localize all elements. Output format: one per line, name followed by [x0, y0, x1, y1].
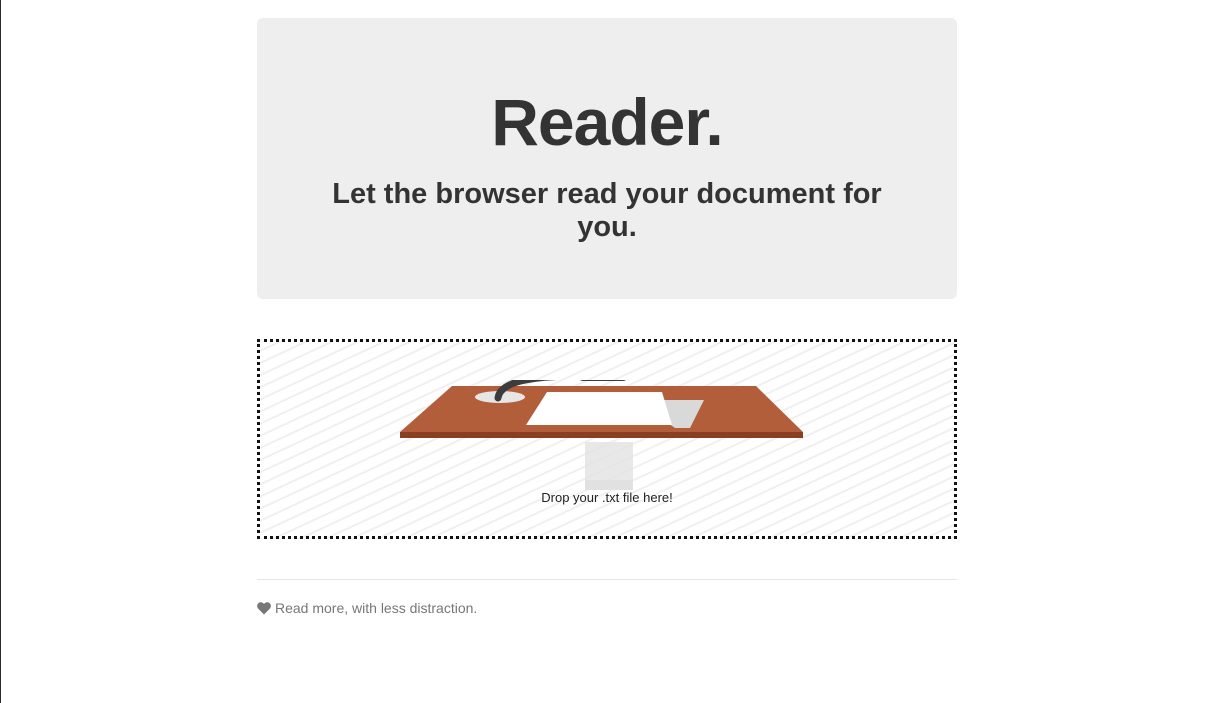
footer: Read more, with less distraction. — [257, 600, 957, 616]
heart-icon — [257, 601, 271, 614]
page-subtitle: Let the browser read your document for y… — [332, 178, 882, 243]
page-title: Reader. — [491, 85, 723, 159]
desk-stand-upper — [585, 442, 633, 490]
file-dropzone[interactable]: Drop your .txt file here! — [257, 339, 957, 539]
window-left-edge — [0, 0, 1, 703]
desk-with-paper-and-lamp-icon — [400, 380, 803, 490]
footer-divider — [257, 579, 957, 580]
dropzone-instruction: Drop your .txt file here! — [541, 490, 673, 505]
main-container: Reader. Let the browser read your docume… — [257, 18, 957, 616]
desk-edge — [400, 432, 803, 438]
hero-unit: Reader. Let the browser read your docume… — [257, 18, 957, 299]
lamp-head — [580, 380, 626, 381]
paper — [526, 392, 672, 425]
footer-text: Read more, with less distraction. — [275, 600, 478, 616]
